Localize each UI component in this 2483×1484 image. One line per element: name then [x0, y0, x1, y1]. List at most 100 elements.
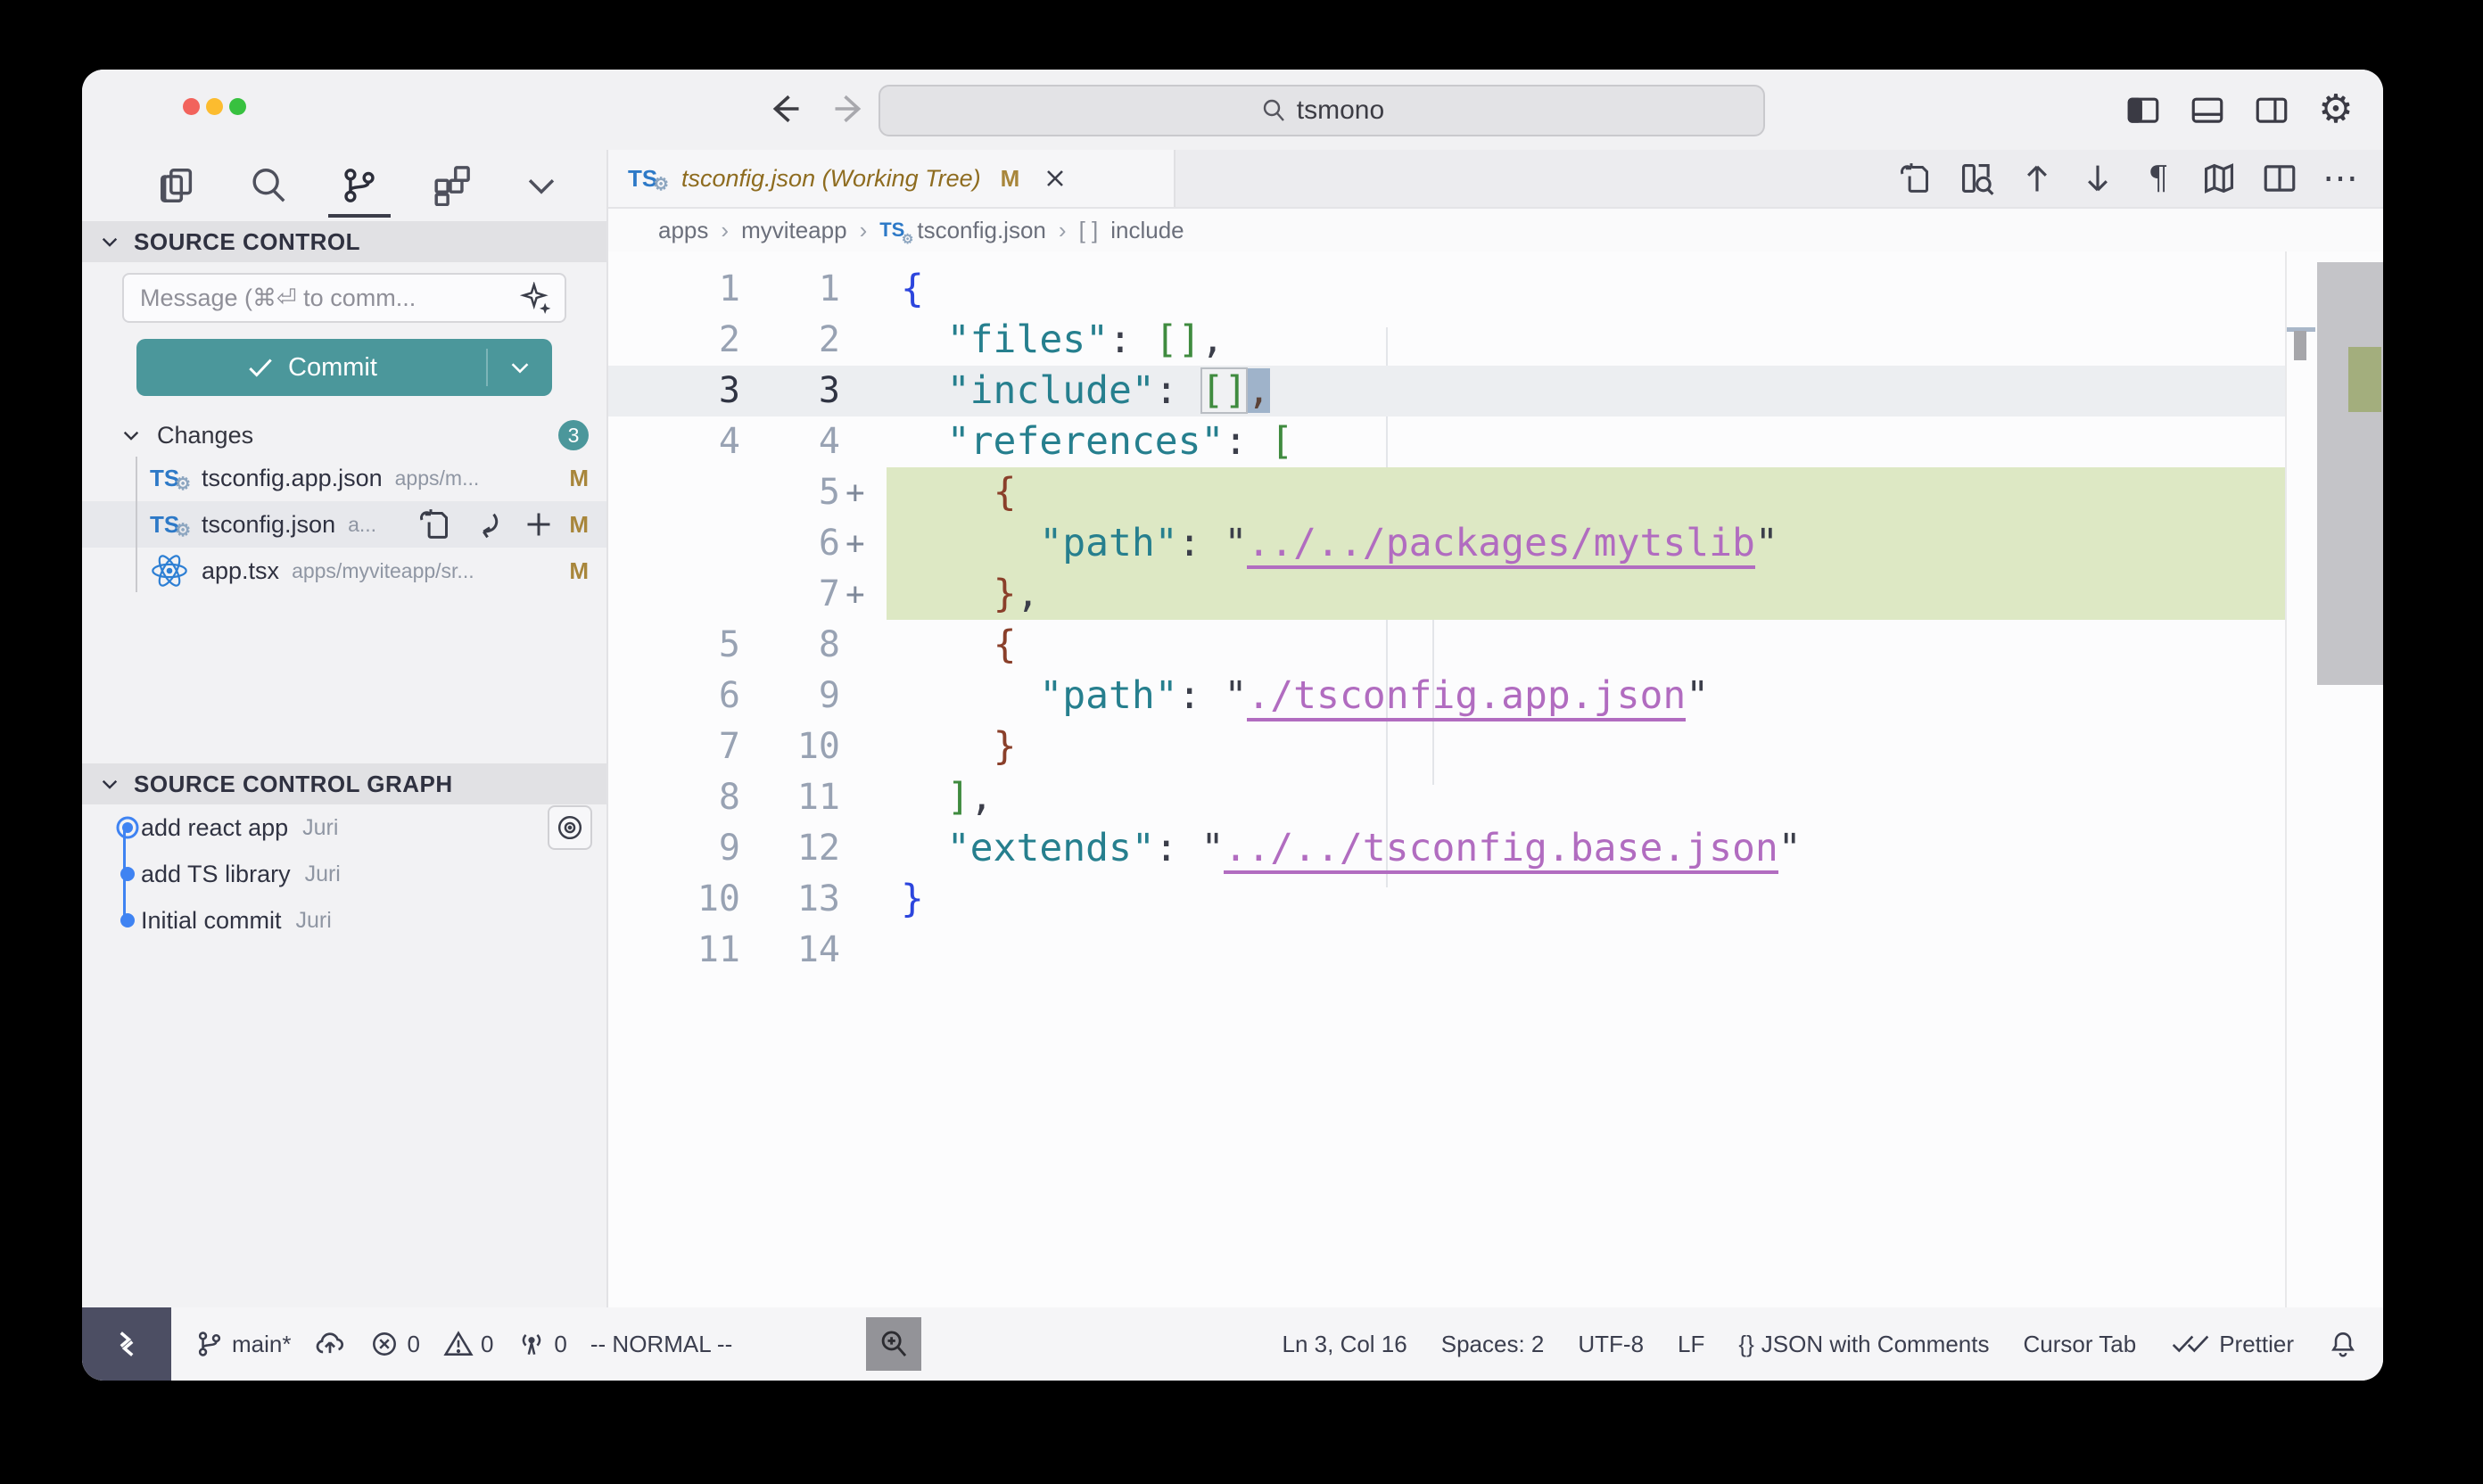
code-line[interactable]: 1013} — [608, 874, 2383, 925]
go-file-icon[interactable] — [1896, 159, 1935, 198]
breadcrumb-separator: › — [860, 217, 868, 244]
status-item-lf[interactable]: LF — [1678, 1331, 1704, 1358]
discard-changes-icon[interactable] — [469, 507, 505, 542]
compare-icon[interactable] — [1957, 159, 1996, 198]
code-line[interactable]: 5+ { — [608, 467, 2383, 518]
file-name: tsconfig.app.json — [202, 465, 383, 492]
activity-bar-search-icon[interactable] — [244, 159, 293, 212]
status-item-0[interactable]: 0 — [443, 1329, 493, 1359]
status-item-ln-3-col-16[interactable]: Ln 3, Col 16 — [1283, 1331, 1407, 1358]
forward-arrow-icon[interactable] — [830, 89, 870, 128]
added-line-marker — [840, 264, 887, 315]
close-window-button[interactable] — [183, 98, 200, 115]
chevron-down-icon — [98, 772, 121, 796]
tab-close-icon[interactable] — [1041, 164, 1069, 193]
source-control-header-label: SOURCE CONTROL — [134, 228, 360, 256]
breadcrumb-separator: › — [1059, 217, 1067, 244]
status-item-main[interactable]: main* — [194, 1329, 291, 1359]
commit-message: Initial commit — [141, 907, 282, 935]
status-item-bell[interactable] — [2328, 1329, 2358, 1359]
toggle-primary-sidebar-icon[interactable] — [2123, 89, 2164, 130]
breadcrumb[interactable]: apps›myviteapp›TS⚙tsconfig.json›[ ]inclu… — [608, 209, 2383, 251]
status-item-0[interactable]: 0 — [516, 1329, 566, 1359]
code-line[interactable]: 6+ "path": "../../packages/mytslib" — [608, 518, 2383, 569]
status-item-cursor-tab[interactable]: Cursor Tab — [2024, 1331, 2137, 1358]
activity-bar-files-icon[interactable] — [153, 159, 202, 212]
activity-bar-source-control-icon[interactable] — [335, 159, 384, 212]
map-icon[interactable] — [2199, 159, 2239, 198]
code-line[interactable]: 811 ], — [608, 772, 2383, 823]
breadcrumb-item[interactable]: myviteapp — [741, 217, 847, 244]
code-line[interactable]: 7+ }, — [608, 569, 2383, 620]
more-actions-icon[interactable]: ⋯ — [2321, 159, 2360, 198]
zoom-window-button[interactable] — [229, 98, 246, 115]
stage-changes-icon[interactable] — [521, 507, 557, 542]
activity-bar-chevron-down-icon[interactable] — [517, 159, 565, 212]
code-line[interactable]: 44 "references": [ — [608, 416, 2383, 467]
toggle-panel-icon[interactable] — [2187, 89, 2228, 130]
commit-dropdown-button[interactable] — [488, 354, 552, 381]
checkout-target-icon[interactable] — [548, 805, 592, 850]
typescript-file-icon: TS⚙ — [879, 218, 904, 242]
modified-line-number: 13 — [740, 874, 840, 925]
sparkle-icon[interactable] — [520, 282, 552, 314]
original-line-number: 8 — [608, 772, 740, 823]
minimap[interactable] — [2285, 251, 2317, 1307]
source-control-graph-header[interactable]: SOURCE CONTROL GRAPH — [82, 763, 606, 804]
activity-bar-extensions-icon[interactable] — [426, 159, 474, 212]
code-text: "references": [ — [887, 416, 2317, 467]
breadcrumb-separator: › — [721, 217, 729, 244]
breadcrumb-item[interactable]: tsconfig.json — [917, 217, 1046, 244]
back-arrow-icon[interactable] — [764, 89, 804, 128]
toggle-secondary-sidebar-icon[interactable] — [2251, 89, 2292, 130]
settings-gear-icon[interactable]: ⚙ — [2315, 89, 2356, 130]
status-item-utf-8[interactable]: UTF-8 — [1578, 1331, 1644, 1358]
commit-row[interactable]: add react app Juri — [82, 804, 606, 851]
open-file-icon[interactable] — [417, 507, 453, 542]
commit-row[interactable]: add TS library Juri — [82, 851, 606, 897]
status-item-spaces-2[interactable]: Spaces: 2 — [1441, 1331, 1545, 1358]
breadcrumb-item[interactable]: include — [1110, 217, 1184, 244]
original-line-number: 11 — [608, 925, 740, 976]
command-center-search[interactable]: tsmono — [879, 85, 1765, 136]
commit-message-input[interactable]: Message (⌘⏎ to comm... — [122, 273, 566, 323]
changed-file-row[interactable]: TS⚙ tsconfig.json a... M — [82, 501, 606, 548]
code-line[interactable]: 11{ — [608, 264, 2383, 315]
minimize-window-button[interactable] — [206, 98, 223, 115]
breadcrumb-item[interactable]: apps — [658, 217, 708, 244]
code-text: } — [887, 721, 2317, 772]
status-item-normal[interactable]: -- NORMAL -- — [590, 1331, 732, 1358]
changed-file-row[interactable]: app.tsx apps/myviteapp/sr... M — [82, 548, 606, 594]
status-item-cloud-up[interactable] — [314, 1328, 346, 1360]
zoom-indicator[interactable] — [866, 1317, 921, 1371]
whitespace-toggle-icon[interactable]: ¶ — [2139, 159, 2178, 198]
split-icon[interactable] — [2260, 159, 2299, 198]
status-item-prettier[interactable]: Prettier — [2170, 1331, 2294, 1358]
code-editor[interactable]: 11{22 "files": [],33 "include": [],44 "r… — [608, 251, 2383, 1307]
original-line-number: 6 — [608, 671, 740, 721]
status-item-json-with-comments[interactable]: {}JSON with Comments — [1738, 1331, 1989, 1358]
modified-line-number: 8 — [740, 620, 840, 671]
code-line[interactable]: 710 } — [608, 721, 2383, 772]
code-line[interactable]: 58 { — [608, 620, 2383, 671]
vertical-scrollbar[interactable] — [2317, 262, 2383, 685]
arrow-up-icon[interactable] — [2017, 159, 2057, 198]
commit-row[interactable]: Initial commit Juri — [82, 897, 606, 944]
status-item-0[interactable]: 0 — [369, 1329, 419, 1359]
source-control-header[interactable]: SOURCE CONTROL — [82, 221, 606, 262]
warning-icon — [443, 1329, 474, 1359]
code-line[interactable]: 22 "files": [], — [608, 315, 2383, 366]
code-line[interactable]: 1114 — [608, 925, 2383, 976]
code-line[interactable]: 69 "path": "./tsconfig.app.json" — [608, 671, 2383, 721]
tab-tsconfig-working-tree[interactable]: TS⚙ tsconfig.json (Working Tree) M — [608, 150, 1176, 207]
original-line-number: 3 — [608, 366, 740, 416]
original-line-number: 4 — [608, 416, 740, 467]
code-text: } — [887, 874, 2317, 925]
changed-file-row[interactable]: TS⚙ tsconfig.app.json apps/m... M — [82, 455, 606, 501]
arrow-down-icon[interactable] — [2078, 159, 2117, 198]
commit-button[interactable]: Commit — [136, 339, 552, 396]
code-line[interactable]: 33 "include": [], — [608, 366, 2383, 416]
remote-indicator[interactable] — [82, 1307, 171, 1381]
changes-section-header[interactable]: Changes 3 — [82, 416, 606, 455]
code-line[interactable]: 912 "extends": "../../tsconfig.base.json… — [608, 823, 2383, 874]
